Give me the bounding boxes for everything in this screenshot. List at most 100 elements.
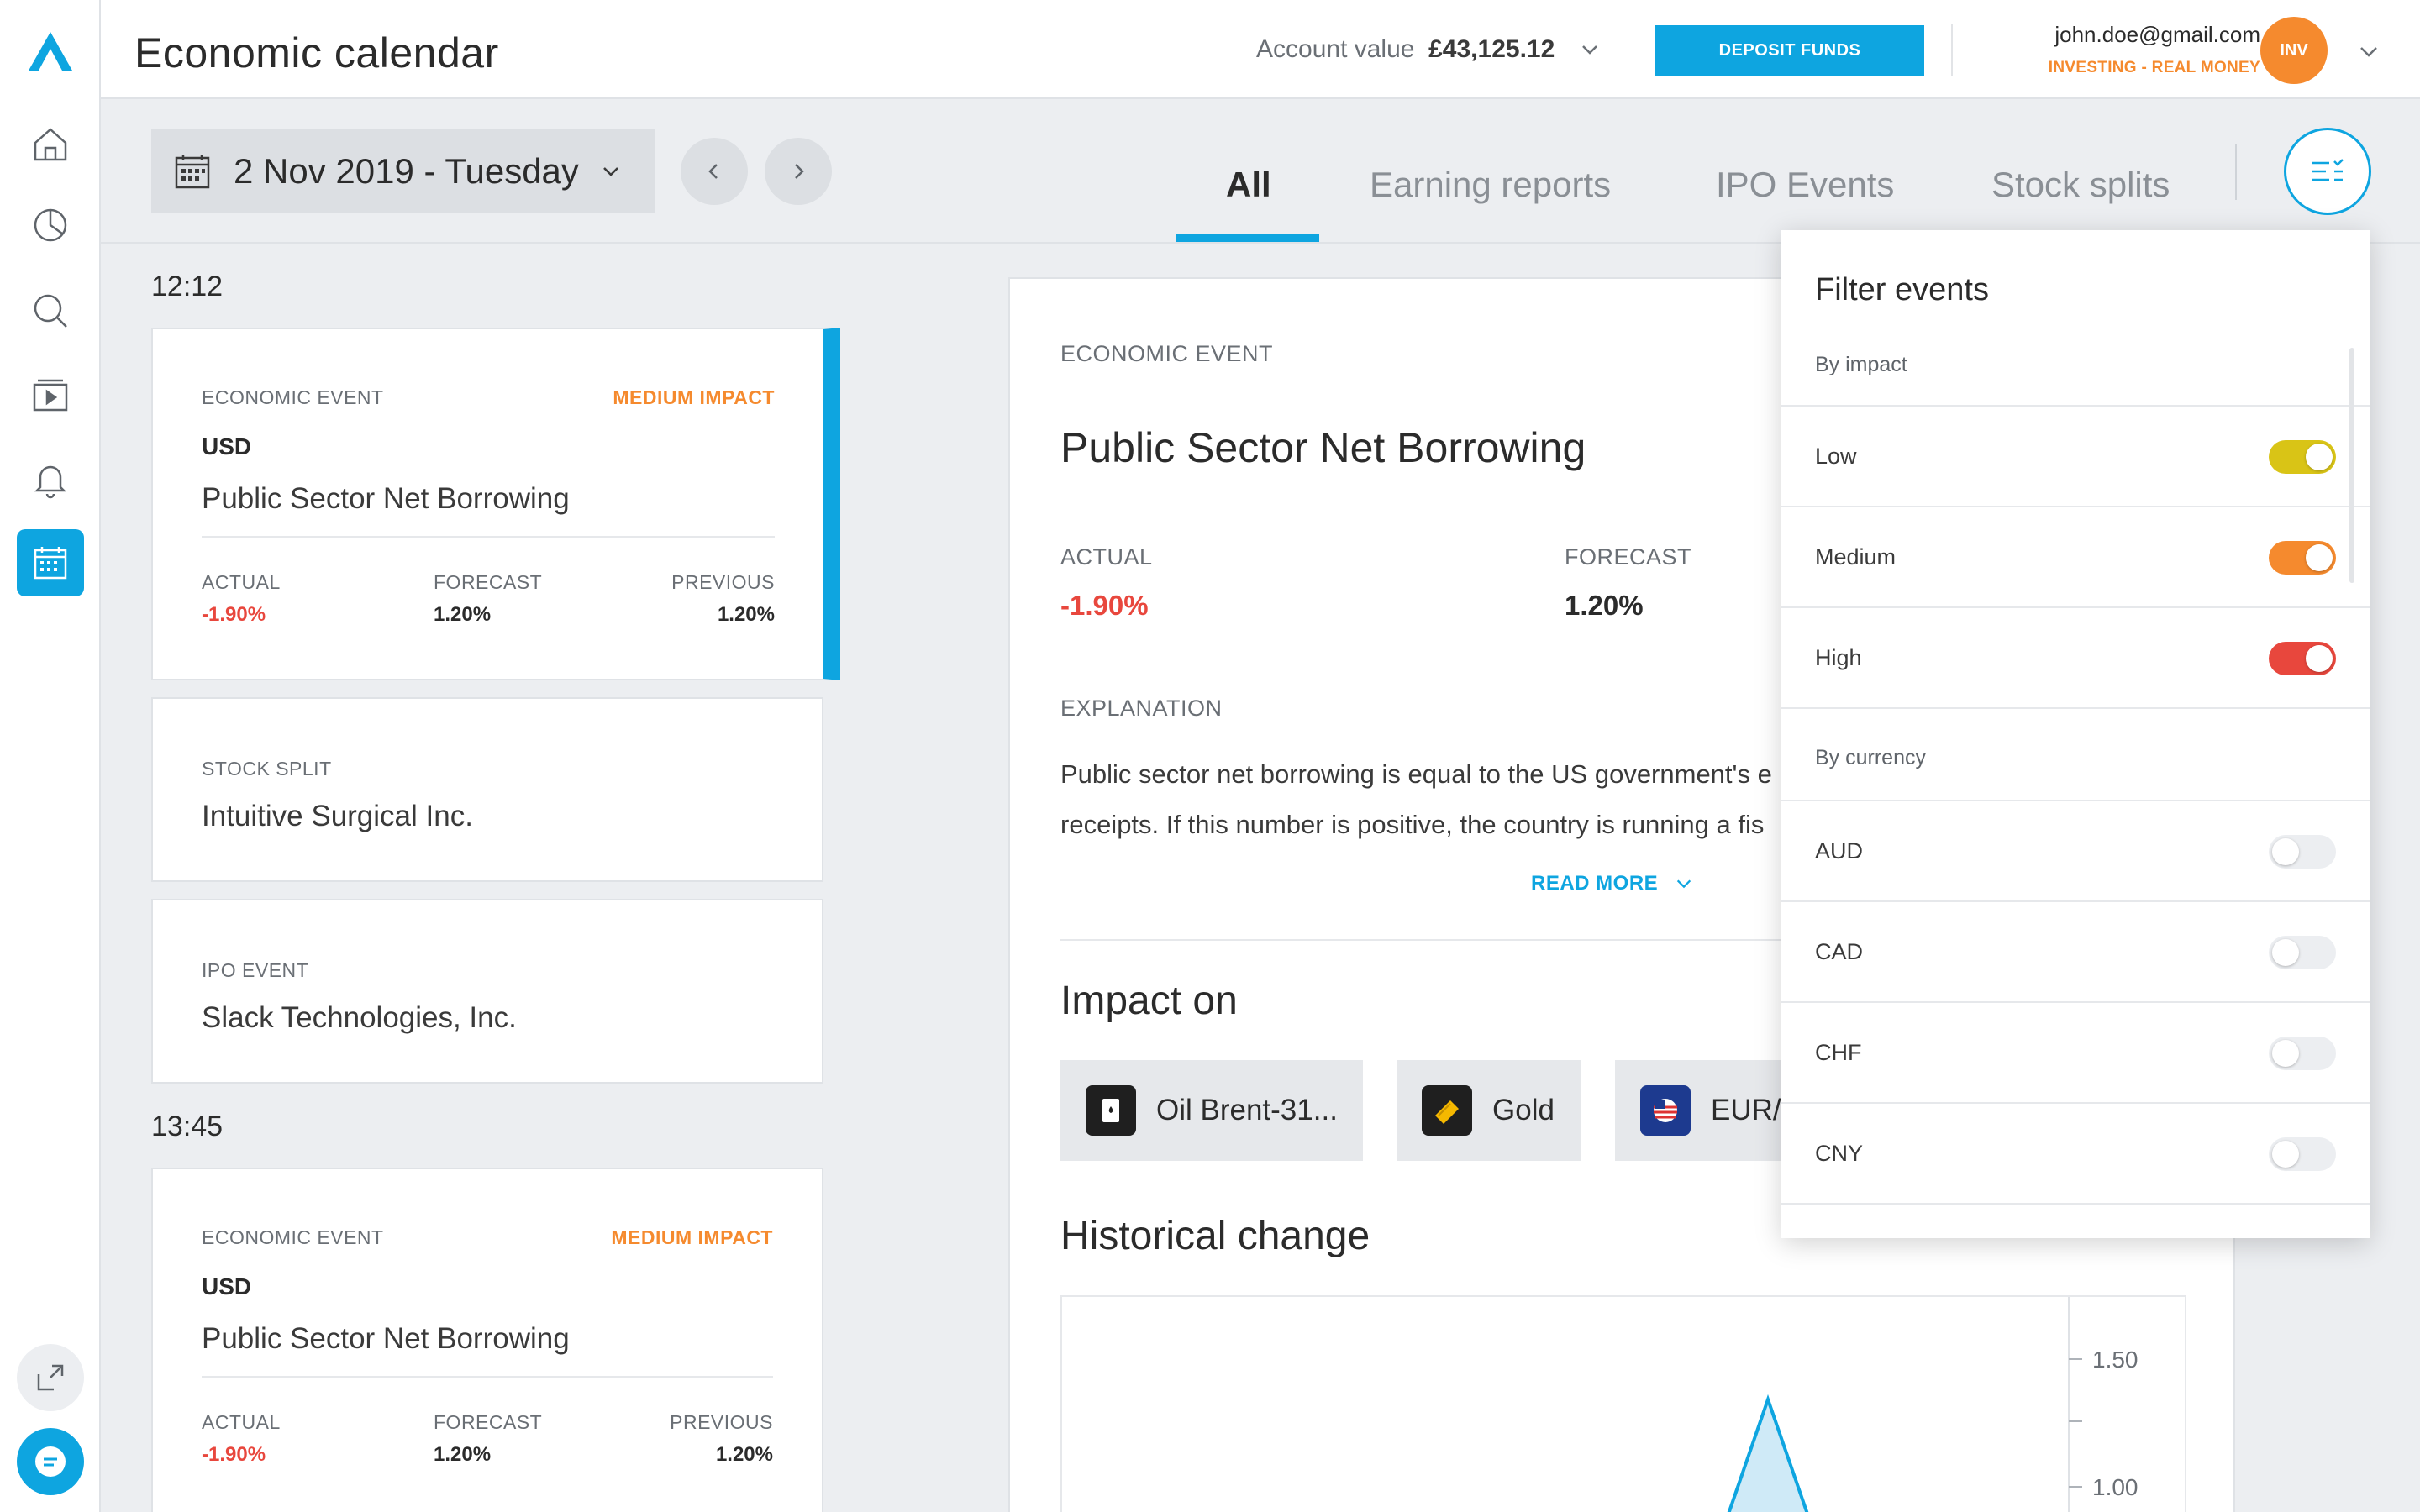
tab-divider — [2235, 144, 2237, 200]
explanation-text-line: receipts. If this number is positive, th… — [1060, 810, 1765, 839]
filter-title: Filter events — [1815, 272, 1989, 307]
filter-row-label: High — [1815, 645, 1862, 670]
forecast-value: 1.20% — [434, 603, 492, 626]
deposit-funds-button[interactable]: DEPOSIT FUNDS — [1655, 25, 1924, 76]
event-type: STOCK SPLIT — [202, 758, 332, 780]
y-tick-label: 1.00 — [2092, 1474, 2139, 1500]
event-card-selected[interactable]: ECONOMIC EVENT MEDIUM IMPACT USD Public … — [151, 328, 840, 680]
previous-label: PREVIOUS — [670, 1411, 773, 1433]
event-name: Intuitive Surgical Inc. — [202, 800, 473, 832]
historical-chart-svg: 1.50 1.00 — [1727, 1297, 2139, 1512]
historical-chart: 1.50 1.00 — [1060, 1295, 2186, 1512]
cny-toggle[interactable] — [2269, 1137, 2336, 1171]
expand-icon[interactable] — [17, 1344, 84, 1411]
forecast-label: FORECAST — [434, 1411, 543, 1433]
actual-label: ACTUAL — [202, 571, 281, 593]
filter-scrollbar[interactable] — [2349, 348, 2354, 583]
gold-bar-icon — [1422, 1085, 1472, 1136]
oil-barrel-icon — [1086, 1085, 1136, 1136]
impact-badge: MEDIUM IMPACT — [613, 386, 775, 408]
active-tab-indicator — [1176, 234, 1319, 242]
event-card[interactable]: STOCK SPLIT Intuitive Surgical Inc. — [151, 697, 823, 882]
impact-chip-eurusd[interactable]: EUR/U — [1615, 1060, 1800, 1161]
filter-row-cny[interactable]: CNY — [1781, 1102, 2370, 1203]
event-type: ECONOMIC EVENT — [202, 1226, 384, 1248]
calendar-icon[interactable] — [17, 529, 84, 596]
media-icon[interactable] — [17, 361, 84, 428]
impact-chip-gold[interactable]: Gold — [1397, 1060, 1581, 1161]
impact-chip-label: Oil Brent-31... — [1156, 1094, 1338, 1126]
tab-earning-reports[interactable]: Earning reports — [1370, 165, 1611, 205]
aud-toggle[interactable] — [2269, 835, 2336, 869]
account-label: Account value — [1256, 35, 1415, 63]
chevron-down-icon — [1677, 879, 1691, 889]
chevron-down-icon — [1582, 45, 1598, 55]
page-title: Economic calendar — [134, 29, 499, 76]
filter-row-label: CNY — [1815, 1141, 1864, 1166]
filter-row-high[interactable]: High — [1781, 606, 2370, 707]
event-card[interactable]: ECONOMIC EVENT MEDIUM IMPACT USD Public … — [151, 1168, 823, 1512]
eur-usd-flag-icon — [1640, 1085, 1691, 1136]
user-email: john.doe@gmail.com — [2054, 22, 2260, 47]
impact-chip-oil[interactable]: Oil Brent-31... — [1060, 1060, 1363, 1161]
high-impact-toggle[interactable] — [2269, 642, 2336, 675]
filter-row-label: CAD — [1815, 939, 1864, 964]
filter-button[interactable] — [2284, 128, 2371, 215]
home-icon[interactable] — [17, 111, 84, 178]
account-value: £43,125.12 — [1428, 35, 1555, 63]
portfolio-icon[interactable] — [17, 192, 84, 259]
event-type: ECONOMIC EVENT — [202, 386, 384, 408]
previous-day-button[interactable] — [681, 138, 748, 205]
chat-icon[interactable] — [17, 1428, 84, 1495]
read-more-link[interactable]: READ MORE — [1531, 872, 1693, 895]
event-type: IPO EVENT — [202, 959, 309, 981]
event-name: Public Sector Net Borrowing — [202, 482, 570, 515]
read-more-label: READ MORE — [1531, 872, 1659, 895]
time-label: 12:12 — [151, 270, 224, 302]
tab-stock-splits[interactable]: Stock splits — [1991, 165, 2170, 205]
search-icon[interactable] — [17, 277, 84, 344]
chf-toggle[interactable] — [2269, 1037, 2336, 1070]
filter-row-partial — [1781, 1203, 2370, 1238]
account-value-dropdown[interactable]: Account value £43,125.12 — [1256, 35, 1600, 64]
user-menu-chevron-icon[interactable] — [2358, 40, 2380, 62]
filter-row-label: AUD — [1815, 838, 1864, 864]
logo-icon[interactable] — [29, 32, 72, 71]
filter-row-label: Low — [1815, 444, 1857, 469]
event-card[interactable]: IPO EVENT Slack Technologies, Inc. — [151, 899, 823, 1084]
filter-row-aud[interactable]: AUD — [1781, 800, 2370, 900]
filter-row-low[interactable]: Low — [1781, 405, 2370, 506]
chevron-left-icon — [708, 164, 718, 179]
date-picker[interactable]: 2 Nov 2019 - Tuesday — [151, 129, 655, 213]
filter-row-chf[interactable]: CHF — [1781, 1001, 2370, 1102]
next-day-button[interactable] — [765, 138, 832, 205]
time-label: 13:45 — [151, 1110, 224, 1142]
detail-forecast-label: FORECAST — [1565, 544, 1692, 570]
explanation-text-line: Public sector net borrowing is equal to … — [1060, 759, 1772, 789]
tab-ipo-events[interactable]: IPO Events — [1716, 165, 1894, 205]
low-impact-toggle[interactable] — [2269, 440, 2336, 474]
forecast-value: 1.20% — [434, 1443, 492, 1466]
filter-row-medium[interactable]: Medium — [1781, 506, 2370, 606]
event-name: Public Sector Net Borrowing — [202, 1322, 570, 1355]
chart-area — [1727, 1394, 1809, 1512]
selected-date: 2 Nov 2019 - Tuesday — [234, 151, 579, 191]
filter-row-label: CHF — [1815, 1040, 1862, 1065]
tab-all[interactable]: All — [1226, 165, 1271, 205]
notifications-icon[interactable] — [17, 445, 84, 512]
medium-impact-toggle[interactable] — [2269, 541, 2336, 575]
actual-value: -1.90% — [202, 1443, 266, 1466]
filter-list-icon — [2312, 159, 2344, 181]
y-tick-label: 1.50 — [2092, 1347, 2139, 1373]
detail-actual-value: -1.90% — [1060, 590, 1149, 621]
filter-row-cad[interactable]: CAD — [1781, 900, 2370, 1001]
impact-chip-label: Gold — [1492, 1094, 1555, 1126]
avatar[interactable]: INV — [2260, 17, 2328, 84]
actual-label: ACTUAL — [202, 1411, 281, 1433]
explanation-label: EXPLANATION — [1060, 696, 1223, 721]
detail-section-label: ECONOMIC EVENT — [1060, 341, 1274, 366]
detail-title: Public Sector Net Borrowing — [1060, 424, 1586, 471]
event-name: Slack Technologies, Inc. — [202, 1001, 517, 1034]
cad-toggle[interactable] — [2269, 936, 2336, 969]
card-divider — [202, 1376, 773, 1378]
